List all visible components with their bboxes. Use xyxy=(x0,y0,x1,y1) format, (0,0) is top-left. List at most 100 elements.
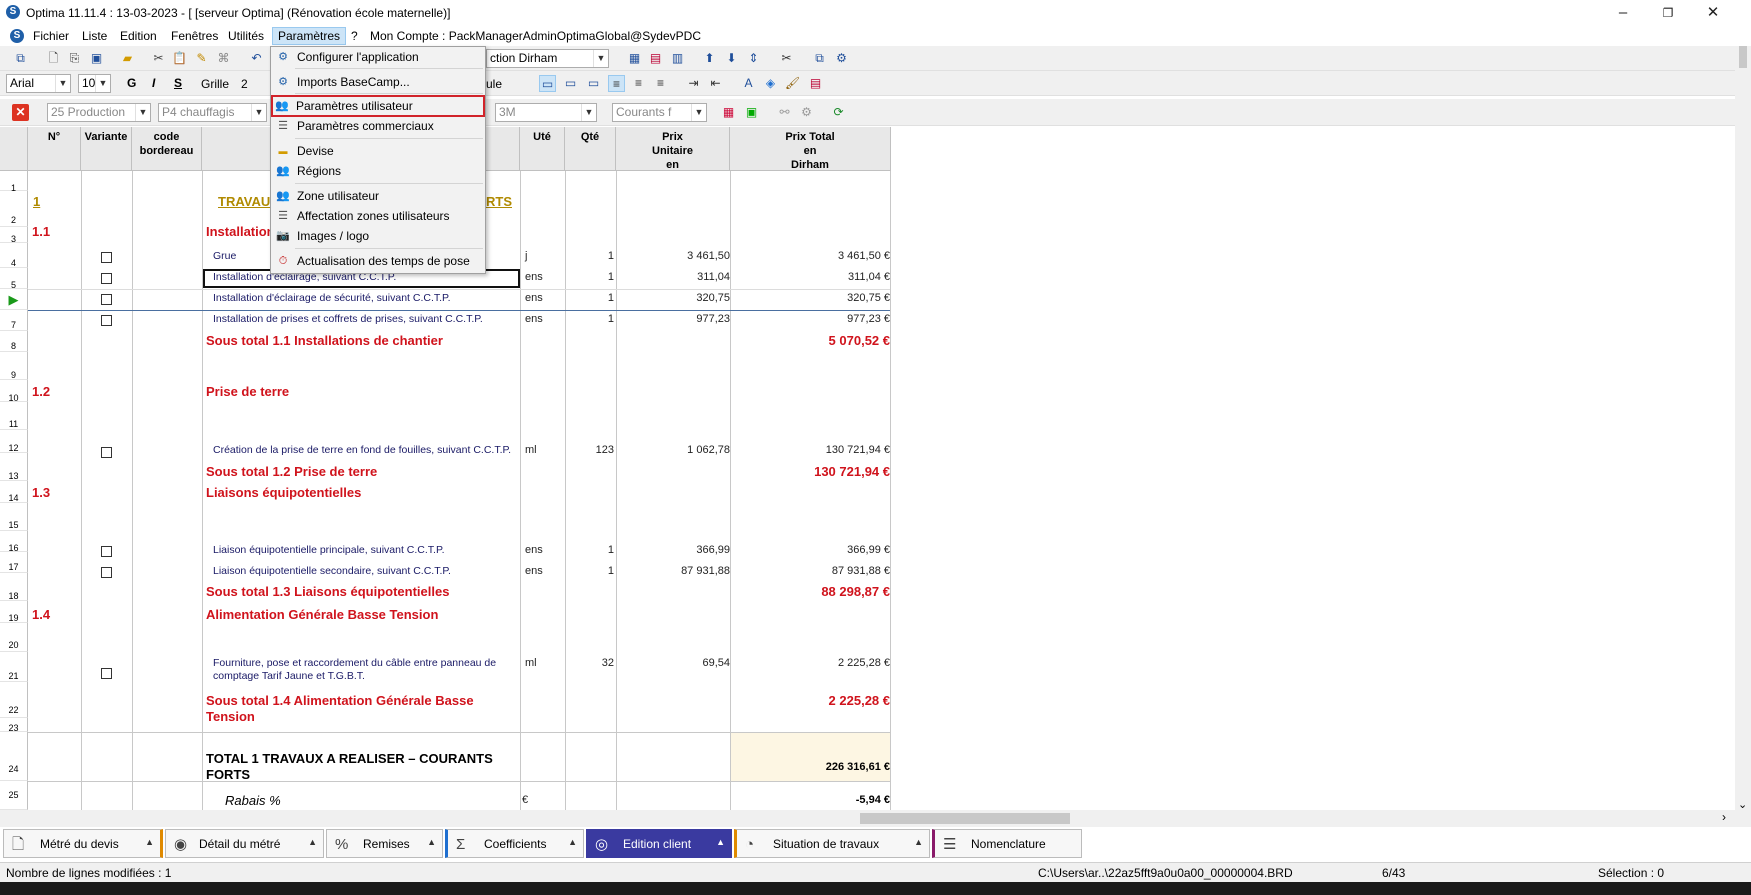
globe-gear-icon[interactable]: ⚙ xyxy=(833,50,850,67)
lock-icon[interactable]: ▣ xyxy=(743,104,760,121)
item-unit[interactable]: ens xyxy=(525,292,543,304)
line-style3-icon[interactable]: ▭ xyxy=(585,75,602,92)
cut-icon[interactable]: ✂ xyxy=(150,50,167,67)
column-header-pu[interactable]: Prix Unitaire en Dirham xyxy=(616,127,730,171)
item-total[interactable]: 366,99 € xyxy=(847,544,890,556)
horizontal-scroll-thumb[interactable] xyxy=(860,813,1070,824)
item-designation[interactable]: Installation de prises et coffrets de pr… xyxy=(213,313,483,325)
variante-checkbox[interactable] xyxy=(101,668,112,679)
item-unit[interactable]: ens xyxy=(525,271,543,283)
item-unit-price[interactable]: 69,54 xyxy=(702,657,730,669)
menu-item-parametres-utilisateur[interactable]: 👥 Paramètres utilisateur xyxy=(271,95,485,117)
total-value[interactable]: 226 316,61 € xyxy=(826,761,890,773)
variante-checkbox[interactable] xyxy=(101,567,112,578)
item-unit[interactable]: ml xyxy=(525,657,537,669)
item-unit-price[interactable]: 3 461,50 xyxy=(687,250,730,262)
item-unit[interactable]: ens xyxy=(525,313,543,325)
subtotal-label[interactable]: Sous total 1.2 Prise de terre xyxy=(206,464,377,479)
tab-coefficients[interactable]: Σ Coefficients ▲ xyxy=(445,829,584,858)
align-left-icon[interactable]: ≡ xyxy=(608,75,625,92)
column-header-variante[interactable]: Variante xyxy=(81,127,132,171)
total-label-line2[interactable]: FORTS xyxy=(206,767,250,782)
menu-fichier[interactable]: Fichier xyxy=(28,27,74,45)
menu-item-devise[interactable]: ▬ Devise xyxy=(273,141,483,161)
font-color-icon[interactable]: A xyxy=(740,75,757,92)
variante-checkbox[interactable] xyxy=(101,447,112,458)
item-unit-price[interactable]: 311,04 xyxy=(697,271,730,283)
grid-value[interactable]: 2 xyxy=(241,77,248,91)
paste-icon[interactable]: 📋 xyxy=(171,50,188,67)
discount-unit[interactable]: € xyxy=(522,794,528,806)
item-unit[interactable]: ens xyxy=(525,544,543,556)
format-painter-icon[interactable]: 🖌 xyxy=(784,75,801,92)
item-qty[interactable]: 123 xyxy=(596,444,614,456)
font-name-combo[interactable]: Arial ▼ xyxy=(6,74,71,93)
item-total[interactable]: 3 461,50 € xyxy=(838,250,890,262)
tab-detail-du-metre[interactable]: ◉ Détail du métré ▲ xyxy=(165,829,324,858)
settings-icon[interactable]: ⚙ xyxy=(798,104,815,121)
chapter-title[interactable]: Liaisons équipotentielles xyxy=(206,485,361,500)
minimize-button[interactable]: – xyxy=(1603,2,1643,24)
chapter-title[interactable]: Installation xyxy=(206,224,275,239)
restore-button[interactable]: ❐ xyxy=(1648,2,1688,24)
variante-checkbox[interactable] xyxy=(101,315,112,326)
grid-icon[interactable]: ▤ xyxy=(647,50,664,67)
vertical-scroll-thumb[interactable] xyxy=(1739,46,1747,68)
subtotal-value[interactable]: 5 070,52 € xyxy=(829,333,890,348)
column-header-ute[interactable]: Uté xyxy=(520,127,565,171)
menu-item-parametres-commerciaux[interactable]: ☰ Paramètres commerciaux xyxy=(273,116,483,136)
color-grid-icon[interactable]: ▦ xyxy=(720,104,737,121)
line-style-icon[interactable]: ▭ xyxy=(539,75,556,92)
chapter-title[interactable]: Alimentation Générale Basse Tension xyxy=(206,607,438,622)
item-total[interactable]: 130 721,94 € xyxy=(826,444,890,456)
arrow-updown-icon[interactable]: ⇕ xyxy=(745,50,762,67)
mdi-icon[interactable]: S xyxy=(10,29,24,43)
close-button[interactable]: ✕ xyxy=(1693,2,1733,24)
chapter-number[interactable]: 1.4 xyxy=(32,607,50,622)
edit-icon[interactable]: ✎ xyxy=(193,50,210,67)
horizontal-scrollbar[interactable]: › xyxy=(0,810,1735,827)
menu-liste[interactable]: Liste xyxy=(77,27,112,45)
total-label[interactable]: TOTAL 1 TRAVAUX A REALISER – COURANTS xyxy=(206,751,493,766)
menu-edition[interactable]: Edition xyxy=(115,27,162,45)
subtotal-label[interactable]: Sous total 1.4 Alimentation Générale Bas… xyxy=(206,693,474,708)
open-folder-icon[interactable]: ▰ xyxy=(119,50,136,67)
line-style2-icon[interactable]: ▭ xyxy=(562,75,579,92)
windows-copy-icon[interactable]: ⧉ xyxy=(811,50,828,67)
discount-label[interactable]: Rabais % xyxy=(225,793,281,808)
item-total[interactable]: 2 225,28 € xyxy=(838,657,890,669)
item-total[interactable]: 320,75 € xyxy=(847,292,890,304)
windows-icon[interactable]: ⧉ xyxy=(12,50,29,67)
calc-icon[interactable]: ▦ xyxy=(626,50,643,67)
arrow-up-icon[interactable]: ⬆ xyxy=(701,50,718,67)
chapter-number[interactable]: 1.3 xyxy=(32,485,50,500)
font-size-combo[interactable]: 10 ▼ xyxy=(78,74,111,93)
menu-fenetres[interactable]: Fenêtres xyxy=(166,27,223,45)
menu-help[interactable]: ? xyxy=(346,27,363,45)
variante-checkbox[interactable] xyxy=(101,273,112,284)
menu-item-configurer[interactable]: ⚙ Configurer l'application xyxy=(273,47,483,67)
link-icon[interactable]: ⚯ xyxy=(776,104,793,121)
chapter-number[interactable]: 1.2 xyxy=(32,384,50,399)
production-filter-combo[interactable]: 25 Production ▼ xyxy=(47,103,151,122)
scroll-down-icon[interactable]: ⌄ xyxy=(1738,798,1747,811)
chapter-number[interactable]: 1.1 xyxy=(32,224,50,239)
brush-icon[interactable]: ⌘ xyxy=(215,50,232,67)
item-qty[interactable]: 1 xyxy=(608,292,614,304)
item-unit-price[interactable]: 977,23 xyxy=(696,313,730,325)
menu-item-affectation-zones[interactable]: ☰ Affectation zones utilisateurs xyxy=(273,206,483,226)
item-designation[interactable]: Installation d'éclairage de sécurité, su… xyxy=(213,292,451,304)
item-designation[interactable]: Création de la prise de terre en fond de… xyxy=(213,444,511,456)
column-header-num[interactable]: N° xyxy=(28,127,81,171)
item-unit-price[interactable]: 366,99 xyxy=(696,544,730,556)
menu-item-regions[interactable]: 👥 Régions xyxy=(273,161,483,181)
outdent-icon[interactable]: ⇤ xyxy=(707,75,724,92)
item-total[interactable]: 977,23 € xyxy=(847,313,890,325)
tab-edition-client[interactable]: ◎ Edition client ▲ xyxy=(586,829,732,858)
italic-button[interactable]: I xyxy=(152,76,155,90)
variante-checkbox[interactable] xyxy=(101,546,112,557)
subtotal-label-line2[interactable]: Tension xyxy=(206,709,255,724)
item-unit[interactable]: ml xyxy=(525,444,537,456)
lot-title[interactable]: TRAVAU xyxy=(218,194,270,209)
item-designation[interactable]: Liaison équipotentielle secondaire, suiv… xyxy=(213,565,451,577)
